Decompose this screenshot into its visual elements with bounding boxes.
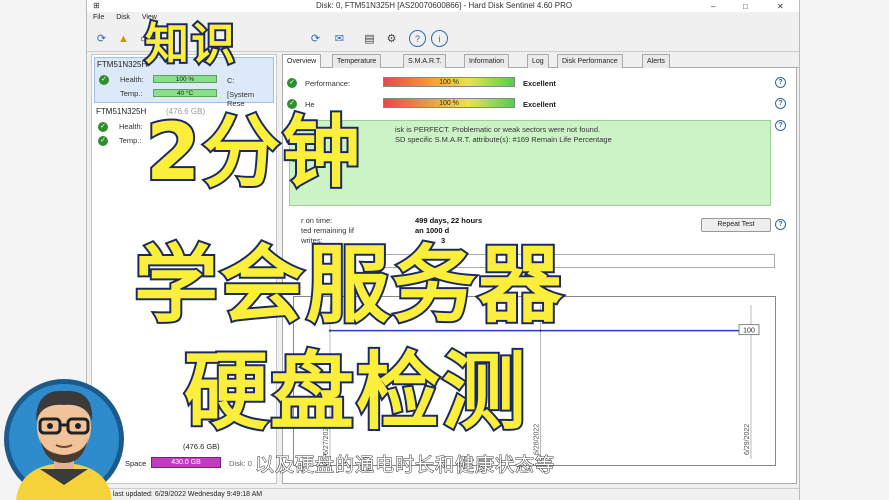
overlay-title-2: 2分钟: [144, 106, 363, 200]
health-rating: Excellent: [523, 100, 556, 109]
refresh-icon[interactable]: ⟳: [93, 30, 110, 47]
overlay-title-4: 硬盘检测: [182, 341, 529, 443]
space-label: Space: [125, 459, 147, 468]
message-help-icon[interactable]: ?: [775, 120, 786, 131]
health-label: Health:: [120, 75, 144, 84]
repeat-test-button[interactable]: Repeat Test: [701, 218, 771, 232]
performance-help-icon[interactable]: ?: [775, 77, 786, 88]
tab-bar: Overview Temperature S.M.A.R.T. Informat…: [282, 54, 799, 69]
help-icon[interactable]: ?: [409, 30, 426, 47]
temp-label: Temp.:: [119, 136, 142, 145]
message-line: SD specific S.M.A.R.T. attribute(s): #16…: [395, 135, 612, 144]
drive-letter: C:: [227, 76, 235, 85]
health-bar: 100 %: [153, 75, 217, 83]
performance-label: Performance:: [305, 79, 351, 88]
disk-name: FTM51N325H: [97, 60, 148, 69]
tab-smart[interactable]: S.M.A.R.T.: [403, 54, 447, 68]
chart-value-label: 100: [743, 328, 755, 335]
overlay-title-3: 学会服务器: [132, 234, 565, 336]
window-title: Disk: 0, FTM51N325H [AS20070600866] - Ha…: [315, 1, 573, 10]
disk-name: FTM51N325H: [96, 107, 147, 116]
space-bar: 430.0 GB: [151, 457, 221, 468]
status-bar: Status last updated: 6/29/2022 Wednesday…: [87, 488, 799, 500]
tab-information[interactable]: Information: [464, 54, 510, 68]
check-icon: ✓: [98, 122, 108, 132]
tab-log[interactable]: Log: [527, 54, 549, 68]
space-disk: Disk: 0: [229, 459, 252, 468]
chart-x-tick-label: 6/29/2022: [744, 424, 751, 455]
check-icon: ✓: [98, 136, 108, 146]
health-help-icon[interactable]: ?: [775, 98, 786, 109]
subtitle-caption: 以及硬盘的通电时长和健康状态等: [254, 454, 556, 477]
check-icon: ✓: [287, 78, 297, 88]
avatar: [4, 379, 124, 500]
tab-overview[interactable]: Overview: [282, 54, 322, 69]
health-label: Health:: [119, 122, 143, 131]
health-bar: 100 %: [383, 98, 515, 108]
tab-disk-performance[interactable]: Disk Performance: [557, 54, 623, 68]
health-value: 100 %: [439, 100, 459, 107]
app-icon: ⊞: [93, 1, 100, 10]
performance-value: 100 %: [439, 79, 459, 86]
menu-disk[interactable]: Disk: [116, 14, 130, 21]
send-icon[interactable]: ✉: [331, 30, 348, 47]
performance-bar: 100 %: [383, 77, 515, 87]
info-icon[interactable]: i: [431, 30, 448, 47]
settings-icon[interactable]: ⚙: [383, 30, 400, 47]
menu-file[interactable]: File: [93, 14, 104, 21]
check-icon: ✓: [99, 75, 109, 85]
repeat-test-help-icon[interactable]: ?: [775, 219, 786, 230]
message-line: isk is PERFECT. Problematic or weak sect…: [395, 125, 601, 134]
refresh-disk-icon[interactable]: ⟳: [307, 30, 324, 47]
warning-icon[interactable]: ▲: [115, 30, 132, 47]
temp-label: Temp.:: [120, 89, 143, 98]
tab-temperature[interactable]: Temperature: [332, 54, 382, 68]
overlay-title-1: 知识: [143, 17, 237, 72]
performance-rating: Excellent: [523, 79, 556, 88]
report-icon[interactable]: ▤: [361, 30, 378, 47]
tab-alerts[interactable]: Alerts: [642, 54, 670, 68]
